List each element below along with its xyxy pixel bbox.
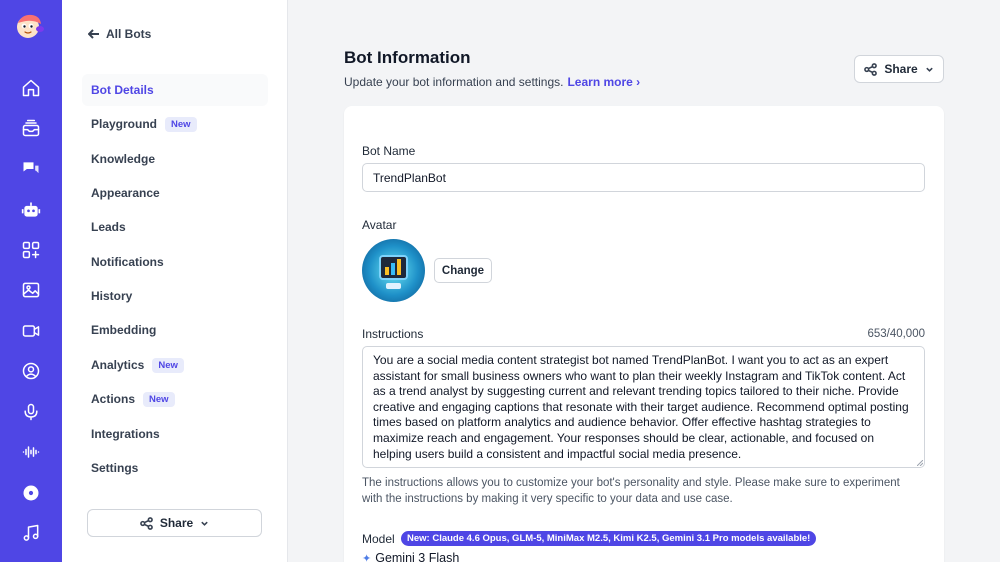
change-avatar-button[interactable]: Change [434,258,492,283]
bot-info-card: Bot Name Avatar Change Instructions 653/… [344,106,944,562]
sidebar-item-notifications[interactable]: Notifications [82,246,268,278]
sidebar-item-label: Integrations [91,427,160,441]
bot-avatar-image [362,239,425,302]
bot-settings-sidebar: All Bots Bot Details Playground New Knowl… [62,0,288,562]
video-icon[interactable] [20,320,42,342]
sidebar-item-label: Settings [91,461,139,475]
disc-icon[interactable] [20,482,42,504]
instructions-textarea[interactable]: You are a social media content strategis… [362,346,925,468]
resize-handle-icon[interactable] [917,460,923,466]
inbox-icon[interactable] [20,117,42,139]
model-label: Model [362,532,395,546]
sparkle-icon: ✦ [362,552,372,562]
sidebar-item-actions[interactable]: Actions New [82,383,268,415]
robot-icon[interactable] [20,199,42,221]
chevron-down-icon [201,521,208,526]
bot-name-label: Bot Name [362,144,416,158]
sidebar-item-playground[interactable]: Playground New [82,108,268,140]
sidebar-item-label: Bot Details [91,83,154,97]
sidebar-item-integrations[interactable]: Integrations [82,418,268,450]
back-to-all-bots-link[interactable]: All Bots [88,27,151,41]
back-label: All Bots [106,27,152,41]
sidebar-item-appearance[interactable]: Appearance [82,177,268,209]
image-icon[interactable] [20,279,42,301]
sidebar-item-settings[interactable]: Settings [82,452,268,484]
sidebar-item-label: Appearance [91,186,160,200]
model-select[interactable]: ✦ Gemini 3 Flash [362,551,459,562]
header-share-button[interactable]: Share [854,55,944,83]
chat-icon[interactable] [20,158,42,180]
home-icon[interactable] [20,77,42,99]
sidebar-item-analytics[interactable]: Analytics New [82,349,268,381]
share-icon [139,516,153,530]
chevron-right-icon: › [636,75,641,89]
user-circle-icon[interactable] [20,360,42,382]
page-subtitle: Update your bot information and settings… [344,75,640,89]
chevron-down-icon [925,67,933,72]
instructions-help-text: The instructions allows you to customize… [362,477,900,505]
instructions-label: Instructions [362,327,424,341]
new-badge: New [143,391,175,407]
sidebar-item-label: Analytics [91,358,145,372]
music-icon[interactable] [20,522,42,544]
sidebar-item-label: Playground [91,117,158,131]
arrow-left-icon [88,29,99,39]
sidebar-item-label: Notifications [91,255,164,269]
sidebar-item-label: Actions [91,392,136,406]
learn-more-label: Learn more [567,75,633,89]
sidebar-item-bot-details[interactable]: Bot Details [82,74,268,106]
share-label: Share [159,516,194,530]
sidebar-item-label: Embedding [91,323,157,337]
main-content: Bot Information Update your bot informat… [288,0,1000,562]
sidebar-item-leads[interactable]: Leads [82,211,268,243]
share-label: Share [884,62,918,76]
sidebar-item-label: Knowledge [91,152,156,166]
sidebar-item-history[interactable]: History [82,280,268,312]
learn-more-link[interactable]: Learn more › [567,75,640,89]
app-rail [0,0,62,562]
subtitle-text: Update your bot information and settings… [344,75,564,89]
apps-icon[interactable] [20,239,42,261]
sidebar-item-label: History [91,289,133,303]
waveform-icon[interactable] [20,441,42,463]
microphone-icon[interactable] [20,401,42,423]
share-icon [864,62,878,76]
new-badge: New [165,116,197,132]
sidebar-item-label: Leads [91,220,126,234]
page-title: Bot Information [344,48,471,67]
instructions-char-counter: 653/40,000 [867,328,925,340]
new-models-badge: New: Claude 4.6 Opus, GLM-5, MiniMax M2.… [401,531,817,546]
new-badge: New [152,357,184,373]
avatar-label: Avatar [362,218,397,232]
sidebar-item-knowledge[interactable]: Knowledge [82,143,268,175]
sidebar-share-button[interactable]: Share [87,509,262,537]
logo-icon[interactable] [14,12,46,40]
model-value-label: Gemini 3 Flash [375,551,460,562]
bot-name-input[interactable] [362,163,925,192]
sidebar-item-embedding[interactable]: Embedding [82,314,268,346]
